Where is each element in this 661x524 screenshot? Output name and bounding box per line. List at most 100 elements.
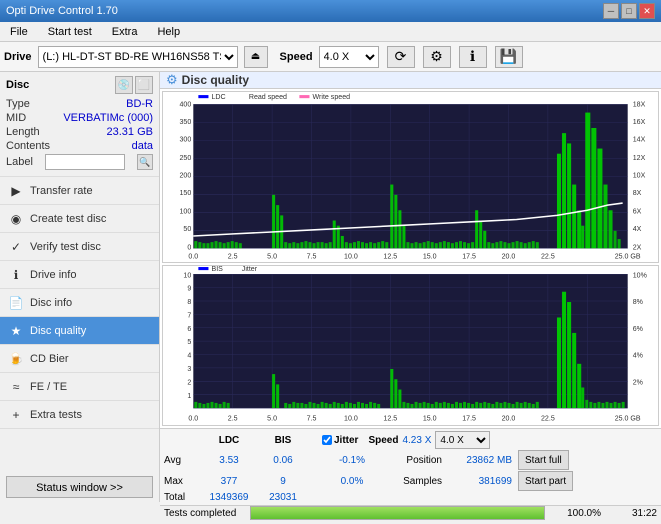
minimize-button[interactable]: ─ <box>603 3 619 19</box>
max-jitter: 0.0% <box>322 476 382 487</box>
drive-label: Drive <box>4 51 32 63</box>
start-full-button[interactable]: Start full <box>518 450 569 470</box>
maximize-button[interactable]: □ <box>621 3 637 19</box>
stats-area: LDC BIS Jitter Speed 4.23 X 4.0 X Avg 3.… <box>160 428 661 505</box>
menu-help[interactable]: Help <box>151 24 186 40</box>
window-controls: ─ □ ✕ <box>603 3 655 19</box>
svg-text:150: 150 <box>180 189 192 197</box>
type-label: Type <box>6 98 30 110</box>
fe-te-icon: ≈ <box>8 379 24 395</box>
sidebar-item-create-test-disc[interactable]: ◉ Create test disc <box>0 205 159 233</box>
drivebar: Drive (L:) HL-DT-ST BD-RE WH16NS58 TST4 … <box>0 42 661 72</box>
info-button[interactable]: ℹ <box>459 46 487 68</box>
start-part-button[interactable]: Start part <box>518 471 573 491</box>
status-window-button[interactable]: Status window >> <box>6 476 153 498</box>
sidebar-item-cd-bier[interactable]: 🍺 CD Bier <box>0 345 159 373</box>
sidebar-item-verify-test-disc[interactable]: ✓ Verify test disc <box>0 233 159 261</box>
svg-text:22.5: 22.5 <box>541 253 555 261</box>
svg-text:400: 400 <box>180 100 192 108</box>
progress-area: Tests completed 100.0% 31:22 <box>160 505 661 520</box>
sidebar-item-extra-tests[interactable]: + Extra tests <box>0 401 159 429</box>
svg-text:2.5: 2.5 <box>228 414 238 422</box>
chart-bis: 10 9 8 7 6 5 4 3 2 1 10% 8% 6% 4% 2% <box>162 265 659 427</box>
content-area: ⚙ Disc quality <box>160 72 661 502</box>
svg-text:10%: 10% <box>633 271 648 279</box>
total-bis: 23031 <box>258 492 308 503</box>
svg-text:12.5: 12.5 <box>383 414 397 422</box>
sidebar-item-label: Create test disc <box>30 213 106 225</box>
max-ldc: 377 <box>200 476 258 487</box>
speed-mode-select[interactable]: 4.0 X <box>435 431 490 449</box>
speed-label: Speed <box>280 51 313 63</box>
svg-text:2%: 2% <box>633 378 644 386</box>
svg-text:4%: 4% <box>633 351 644 359</box>
avg-jitter: -0.1% <box>322 455 382 466</box>
jitter-header: Jitter <box>334 435 358 446</box>
sidebar-item-drive-info[interactable]: ℹ Drive info <box>0 261 159 289</box>
svg-text:22.5: 22.5 <box>541 414 555 422</box>
sidebar-item-label: Disc quality <box>30 325 86 337</box>
svg-text:350: 350 <box>180 118 192 126</box>
svg-text:17.5: 17.5 <box>462 253 476 261</box>
eject-button[interactable]: ⏏ <box>244 46 268 68</box>
settings-button[interactable]: ⚙ <box>423 46 451 68</box>
quality-header: ⚙ Disc quality <box>160 72 661 89</box>
sidebar-item-label: Drive info <box>30 269 76 281</box>
max-label: Max <box>164 476 200 487</box>
avg-ldc: 3.53 <box>200 455 258 466</box>
speed-header: Speed <box>368 435 398 446</box>
refresh-button[interactable]: ⟳ <box>387 46 415 68</box>
jitter-checkbox[interactable] <box>322 435 332 445</box>
disc-info-icon: 📄 <box>8 295 24 311</box>
svg-text:12.5: 12.5 <box>383 253 397 261</box>
sidebar-item-transfer-rate[interactable]: ▶ Transfer rate <box>0 177 159 205</box>
status-text: Tests completed <box>164 508 244 519</box>
svg-text:15.0: 15.0 <box>423 253 437 261</box>
svg-text:7.5: 7.5 <box>307 414 317 422</box>
sidebar-item-label: Extra tests <box>30 409 82 421</box>
svg-text:0: 0 <box>187 243 191 251</box>
stats-total-row: Total 1349369 23031 <box>164 492 657 503</box>
svg-text:17.5: 17.5 <box>462 414 476 422</box>
samples-value: 381699 <box>442 476 512 487</box>
speed-select[interactable]: 4.0 X <box>319 46 379 68</box>
label-icon[interactable]: 🔍 <box>137 154 153 170</box>
samples-label: Samples <box>382 476 442 487</box>
disc-section: Disc 💿 ⬜ Type BD-R MID VERBATIMc (000) L… <box>0 72 159 177</box>
sidebar-item-disc-quality[interactable]: ★ Disc quality <box>0 317 159 345</box>
sidebar-item-label: Transfer rate <box>30 185 93 197</box>
svg-text:5: 5 <box>187 338 191 346</box>
sidebar-item-label: FE / TE <box>30 381 67 393</box>
svg-text:250: 250 <box>180 154 192 162</box>
svg-text:2X: 2X <box>633 243 642 251</box>
sidebar-item-disc-info[interactable]: 📄 Disc info <box>0 289 159 317</box>
menu-start-test[interactable]: Start test <box>42 24 98 40</box>
stats-bis-header: BIS <box>258 435 308 446</box>
drive-select[interactable]: (L:) HL-DT-ST BD-RE WH16NS58 TST4 <box>38 46 238 68</box>
svg-text:18X: 18X <box>633 100 646 108</box>
close-button[interactable]: ✕ <box>639 3 655 19</box>
start-part-container: Start part <box>518 471 573 491</box>
extra-tests-icon: + <box>8 407 24 423</box>
svg-text:25.0 GB: 25.0 GB <box>615 414 641 422</box>
app-title: Opti Drive Control 1.70 <box>6 5 118 17</box>
disc-icon-2[interactable]: ⬜ <box>135 76 153 94</box>
sidebar-item-fe-te[interactable]: ≈ FE / TE <box>0 373 159 401</box>
menu-extra[interactable]: Extra <box>106 24 144 40</box>
menu-file[interactable]: File <box>4 24 34 40</box>
svg-text:7.5: 7.5 <box>307 253 317 261</box>
svg-text:6%: 6% <box>633 324 644 332</box>
speed-val: 4.23 X <box>402 435 431 446</box>
svg-text:20.0: 20.0 <box>502 414 516 422</box>
stats-header-row: LDC BIS Jitter Speed 4.23 X 4.0 X <box>164 431 657 449</box>
disc-icon-1[interactable]: 💿 <box>115 76 133 94</box>
menubar: File Start test Extra Help <box>0 22 661 42</box>
svg-text:20.0: 20.0 <box>502 253 516 261</box>
quality-title: Disc quality <box>182 73 249 87</box>
contents-value: data <box>132 140 153 152</box>
svg-text:6: 6 <box>187 324 191 332</box>
svg-text:50: 50 <box>183 225 191 233</box>
save-button[interactable]: 💾 <box>495 46 523 68</box>
disc-label-input[interactable] <box>45 154 125 170</box>
avg-label: Avg <box>164 455 200 466</box>
